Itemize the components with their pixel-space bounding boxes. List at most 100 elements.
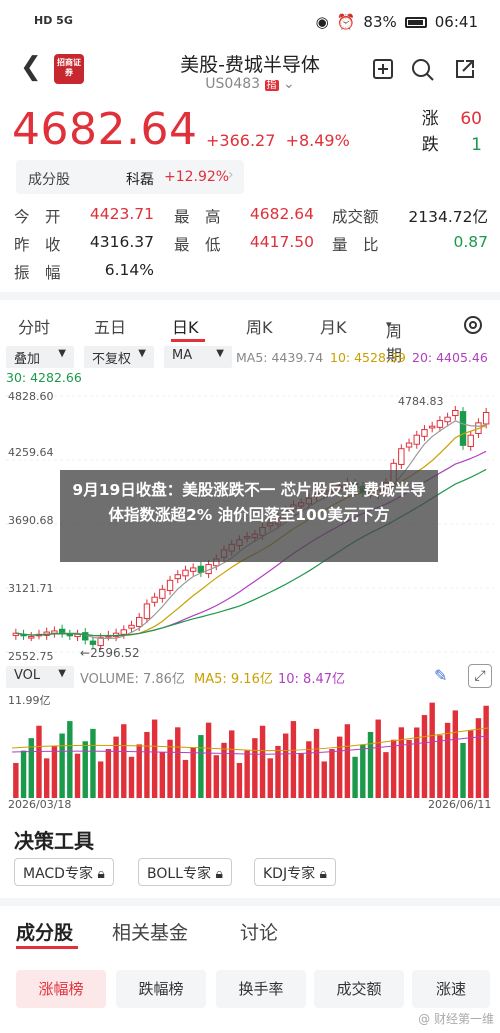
stat-label: 成交额 — [332, 208, 379, 226]
lock-icon: 🔒︎ — [215, 866, 223, 882]
pill-volume[interactable]: 成交额 — [314, 970, 404, 1008]
volume-bar — [252, 738, 258, 798]
volume-bar — [444, 722, 451, 798]
lock-icon: 🔒︎ — [97, 866, 105, 882]
volume-bar — [167, 739, 173, 798]
volume-bar — [236, 763, 243, 798]
volume-bar — [244, 750, 250, 798]
candle-body — [467, 434, 474, 447]
tab-monthly-k[interactable]: 月K — [320, 314, 347, 338]
alarm-icon: ⏰ — [336, 13, 356, 31]
add-icon[interactable] — [370, 58, 396, 84]
volume-bar — [483, 705, 489, 798]
tab-five-day[interactable]: 五日 — [94, 314, 126, 338]
stat-label: 量 比 — [332, 236, 379, 254]
volume-bar — [437, 735, 443, 798]
volume-bar — [259, 725, 266, 798]
volume-bar — [468, 730, 474, 798]
tab-discussion[interactable]: 讨论 — [240, 918, 278, 945]
candle-body — [159, 588, 166, 599]
volume-bar — [282, 733, 289, 798]
clock: 06:41 — [434, 13, 478, 31]
edit-icon[interactable]: ✎ — [434, 666, 447, 685]
candle-body — [459, 411, 467, 446]
macd-expert-chip[interactable]: MACD专家 🔒︎ — [14, 858, 114, 886]
ma30-label: 30: 4282.66 — [6, 370, 82, 385]
y-tick-label: 3690.68 — [8, 514, 54, 527]
stat-value: 4417.50 — [249, 233, 314, 251]
candle-body — [421, 429, 428, 437]
volume-bar — [452, 710, 459, 798]
status-right: ◉ ⏰ 83% 06:41 — [316, 13, 478, 31]
volume-bar — [298, 753, 304, 798]
candle-body — [182, 569, 189, 577]
volume-bar — [151, 719, 158, 798]
volume-bar — [59, 733, 65, 798]
stat-value: 2134.72亿 — [408, 208, 488, 226]
tab-weekly-k[interactable]: 周K — [246, 314, 273, 338]
chevron-right-icon: › — [228, 167, 234, 183]
watermark: @ 财经第一维 — [418, 1012, 494, 1026]
volume-bar — [429, 702, 435, 798]
candle-body — [28, 636, 35, 639]
volume-bar — [13, 763, 19, 798]
volume-bar — [51, 745, 58, 798]
period-tabs: 分时 五日 日K 周K 月K 周期 ▾ — [0, 310, 500, 365]
stats-row: 今 开 4423.71 最 高 4682.64 成交额 2134.72亿 — [14, 205, 488, 233]
divider — [0, 292, 500, 300]
volume-ma10: 10: 8.47亿 — [278, 672, 345, 687]
stat-label: 最 高 — [174, 208, 221, 226]
kdj-expert-chip[interactable]: KDJ专家 🔒︎ — [254, 858, 336, 886]
expand-icon[interactable]: ⤢ — [468, 664, 492, 688]
volume-bar — [128, 756, 135, 798]
pill-losers[interactable]: 跌幅榜 — [116, 970, 206, 1008]
pill-gainers[interactable]: 涨幅榜 — [16, 970, 106, 1008]
share-icon[interactable] — [452, 58, 478, 84]
active-bottom-tab-indicator — [16, 946, 78, 949]
candle-body — [197, 565, 205, 573]
volume-bar — [74, 753, 81, 798]
search-icon[interactable] — [410, 58, 436, 84]
eye-icon: ◉ — [315, 13, 329, 31]
header: ❮ 招商证券 美股-费城半导体 US0483 指 ⌄ — [0, 46, 500, 98]
tab-intraday[interactable]: 分时 — [18, 314, 50, 338]
stat-label: 昨 收 — [14, 236, 61, 254]
candle-body — [51, 630, 58, 634]
pill-turnover-rate[interactable]: 换手率 — [216, 970, 306, 1008]
last-price: 4682.64 — [12, 104, 198, 155]
stat-value: 4682.64 — [249, 205, 314, 223]
stat-label: 今 开 — [14, 208, 61, 226]
tab-constituents[interactable]: 成分股 — [16, 918, 73, 945]
quote-stats: 今 开 4423.71 最 高 4682.64 成交额 2134.72亿昨 收 4316.3… — [14, 205, 488, 289]
candle-body — [82, 632, 89, 641]
indicator-select[interactable]: MA ▼ — [164, 346, 232, 368]
pill-speed[interactable]: 涨速 — [412, 970, 490, 1008]
candle-body — [482, 411, 490, 425]
y-tick-label: 4828.60 — [8, 390, 54, 403]
volume-bar — [20, 750, 27, 798]
leader-constituent[interactable]: 成分股 科磊 +12.92% › — [16, 160, 244, 194]
stats-row: 振 幅 6.14% — [14, 261, 488, 289]
tab-daily-k[interactable]: 日K — [172, 314, 199, 338]
candle-body — [444, 416, 451, 423]
volume-bar — [383, 752, 389, 798]
ma20-label: 20: 4405.46 — [412, 350, 488, 365]
tab-related-funds[interactable]: 相关基金 — [112, 918, 188, 945]
decision-tools-title: 决策工具 — [14, 829, 94, 853]
divider — [0, 898, 500, 906]
volume-bar — [375, 719, 381, 798]
volume-bar — [121, 724, 127, 798]
volume-indicator-select[interactable]: VOL ▼ — [6, 666, 74, 688]
volume-bar — [105, 749, 112, 798]
adjust-select[interactable]: 不复权 ▼ — [84, 346, 154, 368]
boll-expert-chip[interactable]: BOLL专家 🔒︎ — [138, 858, 232, 886]
candle-body — [66, 633, 74, 637]
x-tick-end: 2026/06/11 — [428, 798, 492, 811]
candle-body — [428, 425, 436, 429]
volume-bar — [475, 718, 482, 798]
volume-ma5: MA5: 9.16亿 — [194, 672, 273, 687]
battery-text: 83% — [363, 13, 397, 31]
overlay-select[interactable]: 叠加 ▼ — [6, 346, 74, 368]
settings-icon[interactable] — [462, 314, 484, 340]
volume-bar — [144, 731, 150, 798]
